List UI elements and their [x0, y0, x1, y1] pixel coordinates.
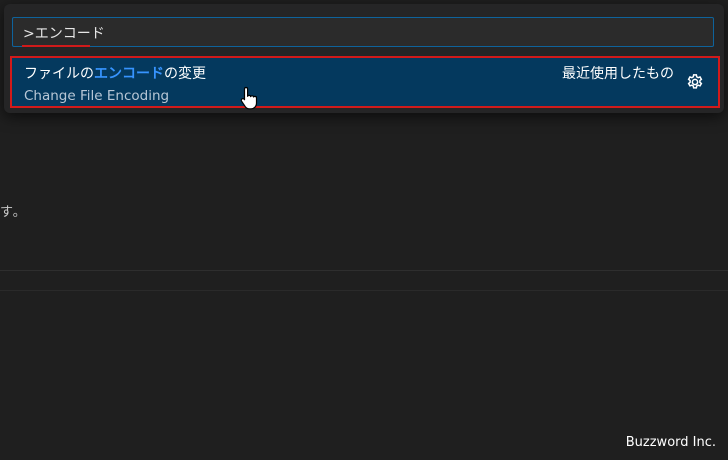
panel-divider-lower — [0, 290, 728, 291]
command-result-change-file-encoding[interactable]: ファイルのエンコードの変更 Change File Encoding 最近使用し… — [10, 56, 720, 108]
result-title-highlight: エンコード — [94, 66, 164, 82]
editor-text-fragment: す。 — [0, 205, 27, 220]
result-title-suffix: の変更 — [164, 66, 206, 82]
command-palette-query[interactable]: >エンコード — [23, 23, 105, 43]
result-title-prefix: ファイルの — [24, 66, 94, 82]
watermark: Buzzword Inc. — [625, 435, 716, 450]
command-palette: >エンコード ファイルのエンコードの変更 Change File Encodin… — [4, 4, 724, 113]
result-title: ファイルのエンコードの変更 — [24, 63, 206, 83]
query-annotation-underline — [22, 45, 90, 47]
gear-icon[interactable] — [686, 73, 704, 91]
command-palette-input[interactable]: >エンコード — [12, 17, 714, 47]
result-subtitle: Change File Encoding — [24, 88, 170, 104]
recently-used-label: 最近使用したもの — [562, 66, 674, 82]
hand-pointer-icon — [240, 86, 258, 110]
panel-divider — [0, 270, 728, 271]
